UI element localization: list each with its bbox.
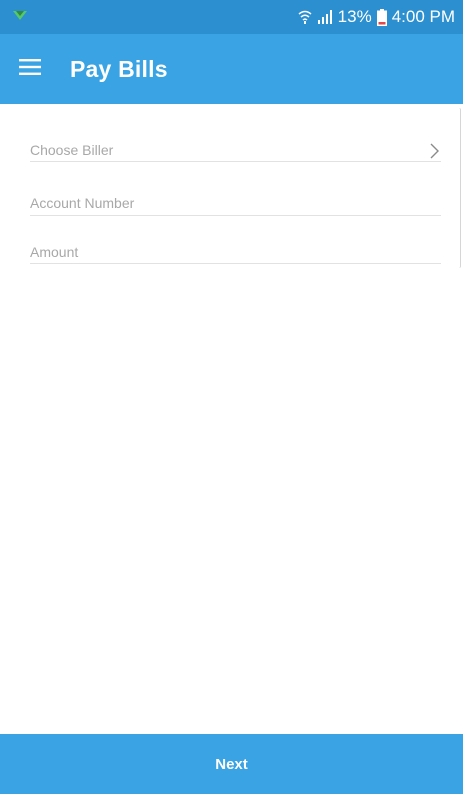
status-bar: 13% 4:00 PM xyxy=(0,0,463,34)
app-bar: Pay Bills xyxy=(0,34,463,104)
status-right: 13% 4:00 PM xyxy=(298,7,455,27)
page-title: Pay Bills xyxy=(70,55,168,82)
battery-icon xyxy=(376,8,387,26)
hamburger-menu-icon[interactable] xyxy=(19,58,41,80)
amount-placeholder: Amount xyxy=(30,243,79,260)
edge-divider xyxy=(459,108,461,268)
next-button[interactable]: Next xyxy=(0,734,463,794)
clock: 4:00 PM xyxy=(391,7,455,26)
amount-field[interactable]: Amount xyxy=(30,242,441,264)
notification-icon xyxy=(12,8,28,26)
pay-bills-screen: 13% 4:00 PM Pay Bills Choose Biller Acco… xyxy=(0,0,463,794)
chevron-right-icon[interactable] xyxy=(430,143,439,159)
menu-button[interactable] xyxy=(0,34,60,104)
pay-bills-form: Choose Biller Account Number Amount xyxy=(30,104,441,264)
wifi-icon xyxy=(298,9,312,25)
battery-percent: 13% xyxy=(337,7,372,26)
choose-biller-placeholder: Choose Biller xyxy=(30,141,114,158)
account-number-field[interactable]: Account Number xyxy=(30,193,441,216)
choose-biller-field[interactable]: Choose Biller xyxy=(30,140,441,162)
account-number-placeholder: Account Number xyxy=(30,195,135,211)
signal-icon xyxy=(317,10,333,24)
status-left xyxy=(12,8,28,26)
